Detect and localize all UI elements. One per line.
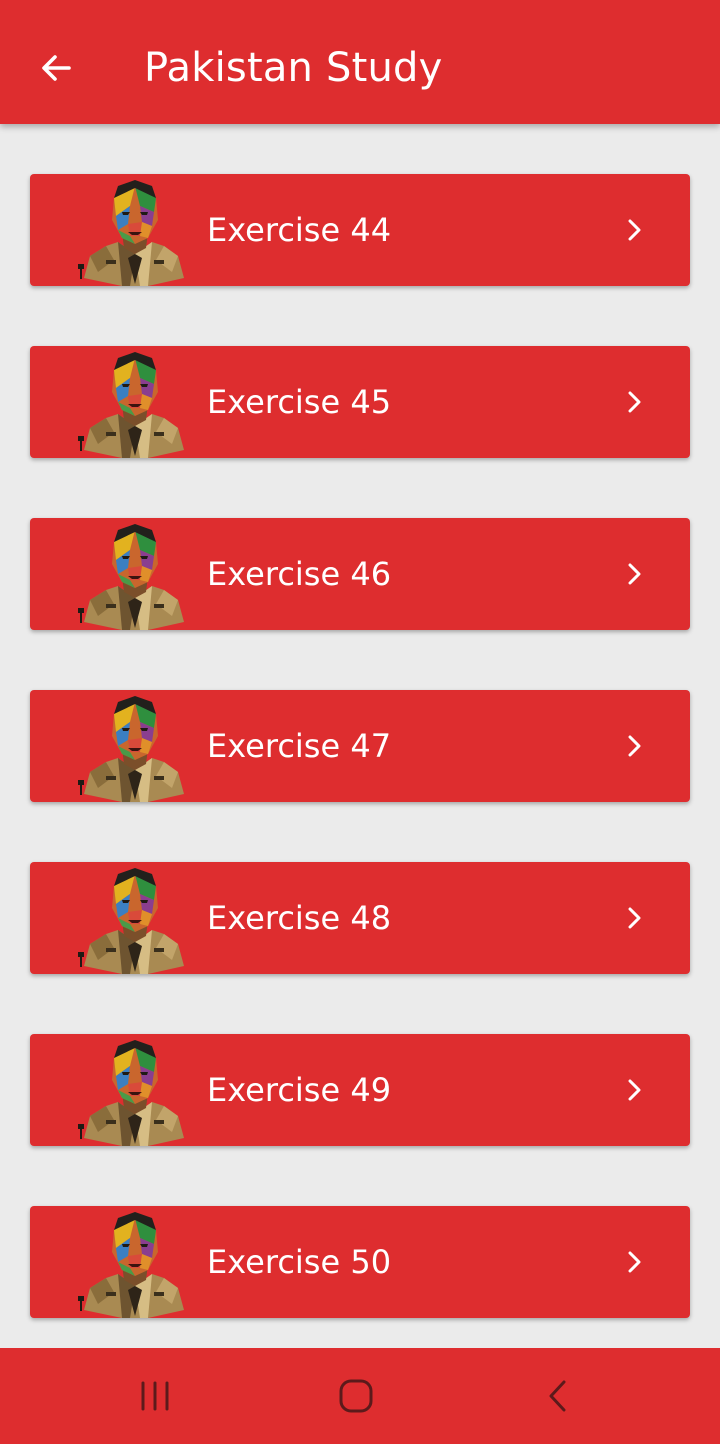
recent-apps-icon	[141, 1381, 169, 1411]
exercise-list[interactable]: Exercise 44 Exercise 45 Exercise 46 Exer…	[0, 124, 720, 1348]
portrait-illustration-icon	[78, 864, 192, 974]
chevron-right-icon	[628, 391, 641, 413]
chevron-right-icon	[628, 563, 641, 585]
exercise-card-48[interactable]: Exercise 48	[30, 862, 690, 974]
exercise-label: Exercise 44	[207, 211, 392, 249]
exercise-card-46[interactable]: Exercise 46	[30, 518, 690, 630]
home-button[interactable]	[326, 1372, 386, 1420]
exercise-label: Exercise 46	[207, 555, 392, 593]
chevron-right-icon	[628, 907, 641, 929]
chevron-right-icon	[628, 735, 641, 757]
system-nav-bar	[0, 1348, 720, 1444]
exercise-label: Exercise 50	[207, 1243, 392, 1281]
exercise-card-45[interactable]: Exercise 45	[30, 346, 690, 458]
arrow-left-icon	[42, 55, 71, 81]
exercise-card-49[interactable]: Exercise 49	[30, 1034, 690, 1146]
portrait-illustration-icon	[78, 692, 192, 802]
chevron-right-icon	[628, 1251, 641, 1273]
exercise-card-47[interactable]: Exercise 47	[30, 690, 690, 802]
portrait-illustration-icon	[78, 1036, 192, 1146]
portrait-illustration-icon	[78, 176, 192, 286]
system-back-button[interactable]	[528, 1372, 588, 1420]
portrait-illustration-icon	[78, 348, 192, 458]
recent-apps-button[interactable]	[125, 1372, 185, 1420]
app-bar: Pakistan Study	[0, 0, 720, 124]
chevron-right-icon	[628, 1079, 641, 1101]
exercise-label: Exercise 49	[207, 1071, 392, 1109]
exercise-label: Exercise 45	[207, 383, 392, 421]
back-icon	[549, 1380, 566, 1412]
home-icon	[339, 1379, 373, 1413]
exercise-card-50[interactable]: Exercise 50	[30, 1206, 690, 1318]
back-button[interactable]	[28, 40, 84, 96]
chevron-right-icon	[628, 219, 641, 241]
portrait-illustration-icon	[78, 520, 192, 630]
exercise-card-44[interactable]: Exercise 44	[30, 174, 690, 286]
exercise-label: Exercise 47	[207, 727, 392, 765]
exercise-label: Exercise 48	[207, 899, 392, 937]
portrait-illustration-icon	[78, 1208, 192, 1318]
page-title: Pakistan Study	[144, 45, 443, 91]
